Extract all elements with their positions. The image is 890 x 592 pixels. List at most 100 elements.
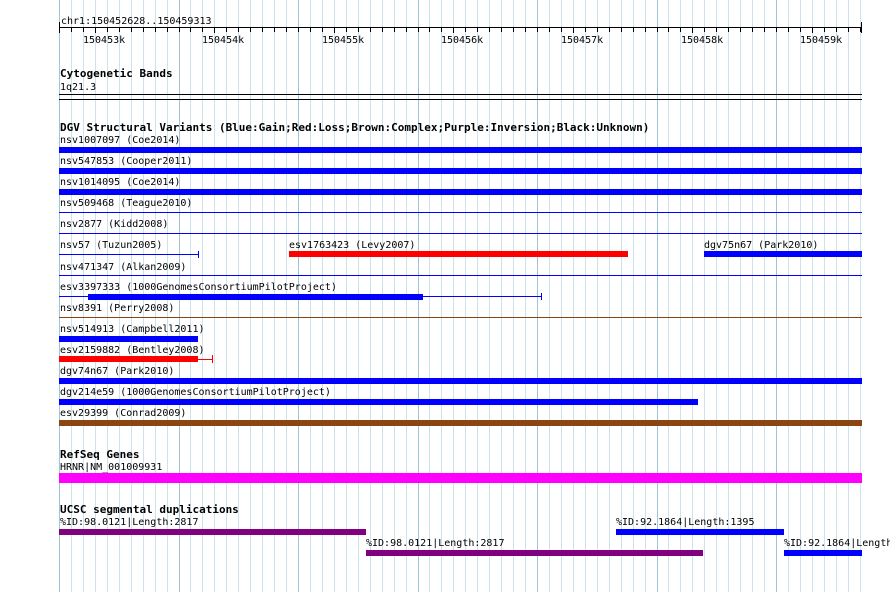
dgv-feature-loss[interactable] bbox=[289, 251, 628, 257]
feature-label[interactable]: nsv2877 (Kidd2008) bbox=[60, 219, 168, 230]
dgv-feature-gain[interactable] bbox=[59, 168, 862, 174]
ruler-tick bbox=[95, 27, 96, 33]
ruler-tick bbox=[382, 28, 383, 32]
dgv-feature-gain-thin[interactable] bbox=[59, 254, 199, 255]
dgv-feature-complex[interactable] bbox=[59, 420, 862, 426]
ruler-tick-label: 150458k bbox=[681, 35, 724, 46]
ruler-tick bbox=[226, 28, 227, 32]
ruler-tick bbox=[394, 28, 395, 32]
feature-label[interactable]: nsv1014095 (Coe2014) bbox=[60, 177, 180, 188]
segdup-label[interactable]: %ID:98.0121|Length:2817 bbox=[60, 517, 198, 528]
ruler-tick bbox=[573, 27, 574, 33]
ruler-tick bbox=[465, 28, 466, 32]
ruler-tick bbox=[298, 28, 299, 32]
feature-label[interactable]: dgv214e59 (1000GenomesConsortiumPilotPro… bbox=[60, 387, 331, 398]
dgv-feature-gain-thin[interactable] bbox=[59, 212, 862, 213]
feature-label[interactable]: dgv75n67 (Park2010) bbox=[704, 240, 818, 251]
ruler-tick bbox=[812, 27, 813, 33]
ruler-tick bbox=[740, 28, 741, 32]
track-title-dgv[interactable]: DGV Structural Variants (Blue:Gain;Red:L… bbox=[60, 122, 649, 134]
track-title-refseq[interactable]: RefSeq Genes bbox=[60, 449, 139, 461]
dgv-feature-gain[interactable] bbox=[59, 147, 862, 153]
ruler-tick bbox=[214, 27, 215, 33]
feature-label[interactable]: dgv74n67 (Park2010) bbox=[60, 366, 174, 377]
grid-line bbox=[812, 0, 813, 592]
dgv-feature-gain[interactable] bbox=[59, 336, 198, 342]
dgv-feature-gain-thin[interactable] bbox=[59, 233, 862, 234]
ruler-tick bbox=[621, 28, 622, 32]
grid-line bbox=[645, 0, 646, 592]
ruler-tick bbox=[525, 28, 526, 32]
feature-label[interactable]: esv2159882 (Bentley2008) bbox=[60, 345, 205, 356]
dgv-feature-gain[interactable] bbox=[88, 294, 423, 300]
feature-label[interactable]: esv3397333 (1000GenomesConsortiumPilotPr… bbox=[60, 282, 337, 293]
dgv-feature-complex-thin[interactable] bbox=[59, 317, 862, 318]
refseq-gene-hrnr[interactable] bbox=[59, 473, 862, 483]
grid-line bbox=[776, 0, 777, 592]
ruler-tick bbox=[645, 28, 646, 32]
ruler-tick bbox=[179, 28, 180, 32]
grid-line bbox=[680, 0, 681, 592]
cytoband-line-bottom bbox=[59, 99, 862, 100]
dgv-feature-loss[interactable] bbox=[59, 356, 198, 362]
genome-browser-panel: chr1:150452628..150459313 150453k 150454… bbox=[0, 0, 890, 592]
segdup-label[interactable]: %ID:98.0121|Length:2817 bbox=[366, 538, 504, 549]
dgv-feature-gain-thin[interactable] bbox=[59, 275, 862, 276]
grid-line bbox=[704, 0, 705, 592]
ruler-tick bbox=[633, 28, 634, 32]
dgv-feature-gain[interactable] bbox=[59, 399, 698, 405]
grid-line bbox=[716, 0, 717, 592]
grid-line bbox=[561, 0, 562, 592]
ruler-tick bbox=[131, 28, 132, 32]
ruler-tick bbox=[429, 28, 430, 32]
track-title-cytoband[interactable]: Cytogenetic Bands bbox=[60, 68, 173, 80]
ruler-tick-label: 150456k bbox=[441, 35, 484, 46]
gene-label[interactable]: HRNR|NM_001009931 bbox=[60, 462, 162, 473]
segdup-feature[interactable] bbox=[366, 550, 703, 556]
grid-line bbox=[585, 0, 586, 592]
segdup-feature[interactable] bbox=[59, 529, 366, 535]
ruler-tick bbox=[441, 28, 442, 32]
ruler-tick bbox=[167, 28, 168, 32]
ruler-right-end bbox=[861, 22, 862, 33]
segdup-label[interactable]: %ID:92.1864|Length:1395 bbox=[616, 517, 754, 528]
grid-line bbox=[633, 0, 634, 592]
ruler-tick bbox=[836, 28, 837, 32]
grid-line bbox=[848, 0, 849, 592]
segdup-label[interactable]: %ID:92.1864|Length:1395 bbox=[784, 538, 890, 549]
segdup-feature[interactable] bbox=[616, 529, 784, 535]
ruler-tick bbox=[358, 28, 359, 32]
track-title-segdup[interactable]: UCSC segmental duplications bbox=[60, 504, 239, 516]
ruler-tick bbox=[716, 28, 717, 32]
dgv-feature-gain[interactable] bbox=[59, 189, 862, 195]
dgv-feature-gain[interactable] bbox=[704, 251, 862, 257]
dgv-feature-gain[interactable] bbox=[59, 378, 862, 384]
feature-label[interactable]: nsv8391 (Perry2008) bbox=[60, 303, 174, 314]
ruler-tick bbox=[119, 28, 120, 32]
ruler-tick bbox=[609, 28, 610, 32]
dgv-feature-loss-thin bbox=[198, 359, 213, 360]
feature-label[interactable]: nsv514913 (Campbell2011) bbox=[60, 324, 205, 335]
ruler-tick bbox=[848, 28, 849, 32]
ruler-tick bbox=[824, 28, 825, 32]
feature-end-cap bbox=[212, 355, 213, 363]
feature-label[interactable]: nsv57 (Tuzun2005) bbox=[60, 240, 162, 251]
ruler-tick bbox=[334, 27, 335, 33]
grid-line bbox=[668, 0, 669, 592]
feature-label[interactable]: nsv547853 (Cooper2011) bbox=[60, 156, 192, 167]
feature-label[interactable]: nsv509468 (Teague2010) bbox=[60, 198, 192, 209]
grid-line bbox=[573, 0, 574, 592]
ruler-tick bbox=[728, 28, 729, 32]
feature-label[interactable]: nsv1007097 (Coe2014) bbox=[60, 135, 180, 146]
ruler-tick bbox=[310, 28, 311, 32]
segdup-feature[interactable] bbox=[784, 550, 862, 556]
feature-label[interactable]: esv1763423 (Levy2007) bbox=[289, 240, 415, 251]
ruler-tick bbox=[704, 28, 705, 32]
ruler-tick bbox=[346, 28, 347, 32]
ruler-tick bbox=[860, 28, 861, 32]
cytoband-label[interactable]: 1q21.3 bbox=[60, 82, 96, 93]
grid-line bbox=[860, 0, 861, 592]
feature-label[interactable]: esv29399 (Conrad2009) bbox=[60, 408, 186, 419]
ruler-tick bbox=[274, 28, 275, 32]
feature-label[interactable]: nsv471347 (Alkan2009) bbox=[60, 262, 186, 273]
